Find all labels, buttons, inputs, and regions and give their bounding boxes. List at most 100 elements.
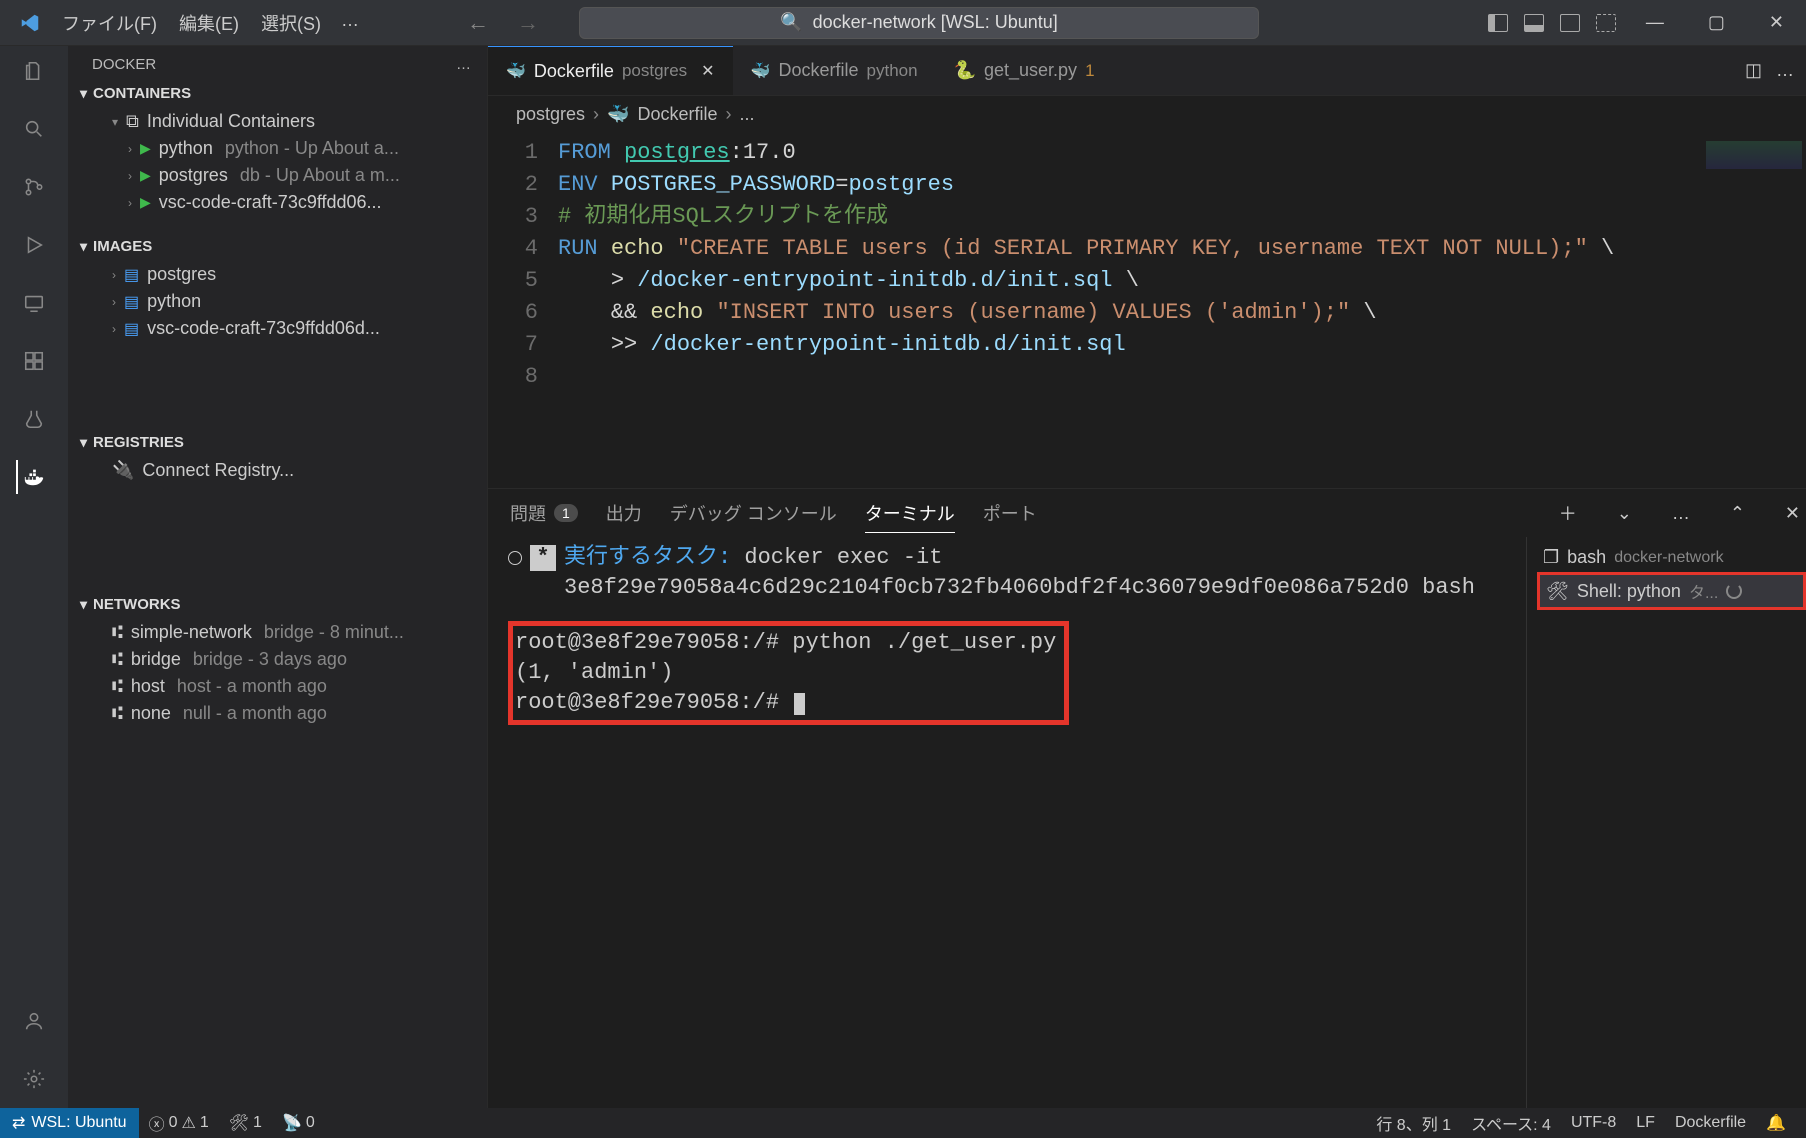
panel-tab-output[interactable]: 出力 — [606, 500, 642, 526]
toggle-primary-sidebar-icon[interactable] — [1488, 14, 1508, 32]
section-networks[interactable]: ▾ NETWORKS — [68, 590, 487, 619]
network-host[interactable]: ⑆ host host - a month ago — [68, 673, 487, 700]
terminal-item-shell-python[interactable]: 🛠 Shell: python タ... — [1537, 572, 1806, 610]
network-simple[interactable]: ⑆ simple-network bridge - 8 minut... — [68, 619, 487, 646]
status-language[interactable]: Dockerfile — [1665, 1114, 1756, 1132]
play-icon: ▶ — [140, 194, 151, 211]
maximize-panel-icon[interactable]: ⌃ — [1724, 503, 1751, 524]
terminal-dropdown-icon[interactable]: ⌄ — [1611, 503, 1638, 524]
settings-gear-icon[interactable] — [17, 1062, 51, 1096]
testing-icon[interactable] — [17, 402, 51, 436]
modified-count: 1 — [1085, 61, 1094, 81]
terminal-line: root@3e8f29e79058:/# — [515, 688, 1056, 718]
chevron-down-icon: ▾ — [112, 115, 118, 129]
network-icon: ⑆ — [112, 676, 123, 697]
image-vsc[interactable]: › ▤ vsc-code-craft-73c9ffdd06d... — [68, 315, 487, 342]
status-indentation[interactable]: スペース: 4 — [1461, 1111, 1561, 1135]
extensions-icon[interactable] — [17, 344, 51, 378]
tab-dockerfile-postgres[interactable]: 🐳 Dockerfile postgres ✕ — [488, 46, 733, 95]
panel-tab-terminal[interactable]: ターミナル — [865, 500, 955, 533]
explorer-icon[interactable] — [17, 54, 51, 88]
run-debug-icon[interactable] — [17, 228, 51, 262]
source-control-icon[interactable] — [17, 170, 51, 204]
toggle-secondary-sidebar-icon[interactable] — [1560, 14, 1580, 32]
terminal-list: ❐ bash docker-network 🛠 Shell: python タ.… — [1526, 537, 1806, 1108]
new-terminal-icon[interactable]: ＋ — [1553, 500, 1583, 526]
docker-icon[interactable] — [16, 460, 50, 494]
editor-tabs: 🐳 Dockerfile postgres ✕ 🐳 Dockerfile pyt… — [488, 46, 1806, 96]
section-registries[interactable]: ▾ REGISTRIES — [68, 428, 487, 457]
status-cursor-position[interactable]: 行 8、列 1 — [1366, 1111, 1461, 1135]
image-python[interactable]: › ▤ python — [68, 288, 487, 315]
status-ports[interactable]: 📡0 — [272, 1113, 325, 1133]
menu-overflow-icon[interactable]: … — [333, 6, 367, 40]
image-icon: ▤ — [124, 265, 139, 285]
chevron-right-icon: › — [112, 295, 116, 309]
editor-overflow-icon[interactable]: … — [1776, 60, 1794, 81]
network-icon: ⑆ — [112, 622, 123, 643]
containers-group[interactable]: ▾ ⧉ Individual Containers — [68, 108, 487, 135]
network-bridge[interactable]: ⑆ bridge bridge - 3 days ago — [68, 646, 487, 673]
breadcrumbs[interactable]: postgres › 🐳 Dockerfile › ... — [488, 96, 1806, 133]
close-icon[interactable]: ✕ — [1755, 6, 1798, 39]
menu-file[interactable]: ファイル(F) — [52, 6, 167, 40]
image-postgres[interactable]: › ▤ postgres — [68, 261, 487, 288]
container-postgres[interactable]: › ▶ postgres db - Up About a m... — [68, 162, 487, 189]
minimize-icon[interactable]: — — [1632, 6, 1678, 39]
notifications-icon[interactable]: 🔔 — [1756, 1113, 1796, 1133]
docker-file-icon: 🐳 — [751, 61, 771, 81]
terminal-item-bash[interactable]: ❐ bash docker-network — [1537, 543, 1806, 572]
remote-explorer-icon[interactable] — [17, 286, 51, 320]
connect-registry[interactable]: 🔌 Connect Registry... — [68, 457, 487, 484]
play-icon: ▶ — [140, 167, 151, 184]
breadcrumb-separator-icon: › — [593, 104, 599, 125]
command-center-search[interactable]: 🔍 docker-network [WSL: Ubuntu] — [579, 7, 1259, 39]
toggle-panel-icon[interactable] — [1524, 14, 1544, 32]
close-tab-icon[interactable]: ✕ — [701, 61, 714, 81]
menu-edit[interactable]: 編集(E) — [169, 6, 249, 40]
status-encoding[interactable]: UTF-8 — [1561, 1114, 1626, 1132]
remote-indicator[interactable]: ⇄ WSL: Ubuntu — [0, 1108, 139, 1138]
panel-overflow-icon[interactable]: … — [1666, 503, 1696, 524]
chevron-right-icon: › — [112, 322, 116, 336]
section-containers[interactable]: ▾ CONTAINERS — [68, 79, 487, 108]
status-eol[interactable]: LF — [1626, 1114, 1665, 1132]
maximize-icon[interactable]: ▢ — [1694, 6, 1739, 39]
back-icon[interactable]: ← — [467, 10, 489, 36]
problems-badge: 1 — [554, 504, 578, 522]
panel-tab-problems[interactable]: 問題 1 — [510, 500, 578, 526]
status-tools[interactable]: 🛠1 — [219, 1113, 272, 1133]
section-images[interactable]: ▾ IMAGES — [68, 232, 487, 261]
split-editor-icon[interactable]: ◫ — [1745, 60, 1762, 81]
tab-get-user-py[interactable]: 🐍 get_user.py 1 — [936, 46, 1113, 95]
search-text: docker-network [WSL: Ubuntu] — [813, 12, 1058, 33]
image-icon: ▤ — [124, 319, 139, 339]
status-errors[interactable]: ⓧ0 ⚠1 — [139, 1111, 219, 1135]
vscode-logo-icon — [8, 12, 52, 34]
status-bar: ⇄ WSL: Ubuntu ⓧ0 ⚠1 🛠1 📡0 行 8、列 1 スペース: … — [0, 1108, 1806, 1138]
code-content[interactable]: FROM postgres:17.0ENV POSTGRES_PASSWORD=… — [558, 137, 1696, 488]
search-icon[interactable] — [17, 112, 51, 146]
forward-icon[interactable]: → — [517, 10, 539, 36]
minimap[interactable] — [1696, 133, 1806, 488]
line-gutter: 12345678 — [488, 137, 558, 488]
breadcrumb-separator-icon: › — [726, 104, 732, 125]
python-file-icon: 🐍 — [954, 60, 976, 81]
panel-tab-debug-console[interactable]: デバッグ コンソール — [670, 500, 837, 526]
task-label: 実行するタスク: — [564, 545, 731, 570]
close-panel-icon[interactable]: ✕ — [1779, 503, 1806, 524]
network-none[interactable]: ⑆ none null - a month ago — [68, 700, 487, 727]
container-vsc[interactable]: › ▶ vsc-code-craft-73c9ffdd06... — [68, 189, 487, 216]
error-icon: ⓧ — [149, 1111, 165, 1135]
accounts-icon[interactable] — [17, 1004, 51, 1038]
group-icon: ⧉ — [126, 111, 139, 132]
chevron-right-icon: › — [112, 268, 116, 282]
container-python[interactable]: › ▶ python python - Up About a... — [68, 135, 487, 162]
panel-tab-ports[interactable]: ポート — [983, 500, 1037, 526]
terminal[interactable]: * 実行するタスク: docker exec -it 3e8f29e79058a… — [488, 537, 1526, 1108]
tab-dockerfile-python[interactable]: 🐳 Dockerfile python — [733, 46, 936, 95]
menu-select[interactable]: 選択(S) — [251, 6, 331, 40]
customize-layout-icon[interactable] — [1596, 14, 1616, 32]
sidebar-overflow-icon[interactable]: … — [456, 56, 471, 73]
code-editor[interactable]: 12345678 FROM postgres:17.0ENV POSTGRES_… — [488, 133, 1696, 488]
